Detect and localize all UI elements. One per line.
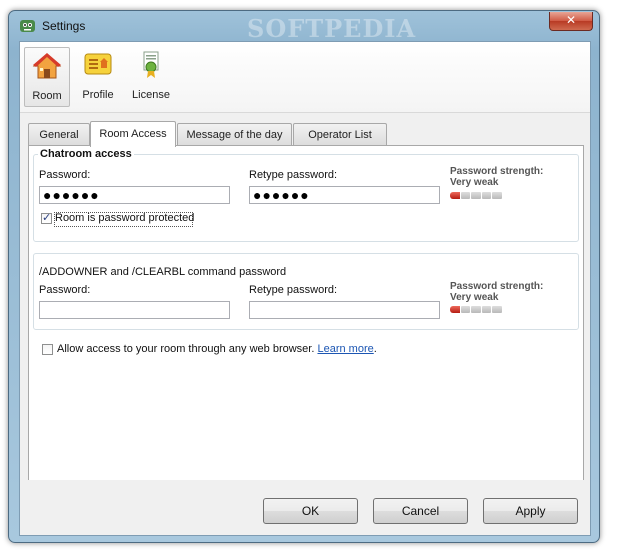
addowner-password-field[interactable]: [39, 301, 230, 319]
window-title: Settings: [42, 19, 86, 33]
app-icon: [20, 20, 35, 32]
certificate-icon: [143, 51, 159, 78]
tab-message-of-the-day[interactable]: Message of the day: [177, 123, 292, 146]
room-protected-checkbox[interactable]: ✓: [41, 212, 52, 224]
watermark: SOFTPEDIA: [247, 14, 417, 43]
addowner-strength-label: Password strength:: [450, 281, 544, 292]
password-strength-label: Password strength:: [450, 166, 544, 177]
group-title: Chatroom access: [38, 148, 134, 160]
link-suffix: .: [373, 343, 377, 355]
checkmark-icon: ✓: [42, 212, 52, 224]
addowner-strength-value: Very weak: [450, 292, 499, 303]
close-button[interactable]: ✕: [549, 12, 593, 31]
toolbar-license-label: License: [132, 89, 170, 101]
addowner-password-group: /ADDOWNER and /CLEARBL command password …: [33, 253, 579, 330]
title-bar[interactable]: Settings SOFTPEDIA ✕: [9, 11, 599, 43]
room-protected-label[interactable]: Room is password protected: [55, 212, 194, 224]
retype-password-label: Retype password:: [249, 169, 338, 181]
web-access-text: Allow access to your room through any we…: [57, 343, 315, 355]
tab-general[interactable]: General: [28, 123, 90, 146]
tab-room-access[interactable]: Room Access: [90, 121, 176, 147]
toolbar-license[interactable]: License: [126, 47, 176, 105]
addowner-password-label: Password:: [39, 284, 91, 296]
password-strength-value: Very weak: [450, 177, 499, 188]
toolbar-room-label: Room: [32, 90, 62, 102]
toolbar-profile-label: Profile: [82, 89, 114, 101]
tab-strip: General Room Access Message of the day O…: [28, 121, 584, 147]
addowner-strength-meter: [450, 306, 502, 313]
toolbar-room[interactable]: Room: [24, 47, 70, 107]
house-icon: [32, 53, 62, 79]
cancel-button[interactable]: Cancel: [373, 498, 468, 524]
tab-operator-list[interactable]: Operator List: [293, 123, 387, 146]
addowner-group-title: /ADDOWNER and /CLEARBL command password: [39, 266, 287, 278]
toolbar-profile[interactable]: Profile: [76, 47, 120, 105]
category-toolbar: Room Profile License: [20, 42, 590, 113]
addowner-retype-field[interactable]: [249, 301, 440, 319]
retype-password-field[interactable]: ●●●●●●: [249, 186, 440, 204]
button-bar: OK Cancel Apply: [20, 480, 590, 535]
password-strength-meter: [450, 192, 502, 199]
web-access-checkbox[interactable]: [42, 344, 53, 355]
profile-card-icon: [84, 53, 112, 75]
room-access-panel: Chatroom access Password: ●●●●●● Retype …: [28, 145, 584, 481]
password-label: Password:: [39, 169, 91, 181]
chatroom-access-group: Chatroom access Password: ●●●●●● Retype …: [33, 148, 579, 242]
learn-more-link[interactable]: Learn more: [317, 343, 373, 355]
web-access-label: Allow access to your room through any we…: [57, 343, 377, 355]
addowner-retype-label: Retype password:: [249, 284, 338, 296]
apply-button[interactable]: Apply: [483, 498, 578, 524]
settings-window: Settings SOFTPEDIA ✕ Room Profile Licens…: [8, 10, 600, 543]
password-field[interactable]: ●●●●●●: [39, 186, 230, 204]
ok-button[interactable]: OK: [263, 498, 358, 524]
client-area: Room Profile License General Room Access…: [19, 41, 591, 536]
